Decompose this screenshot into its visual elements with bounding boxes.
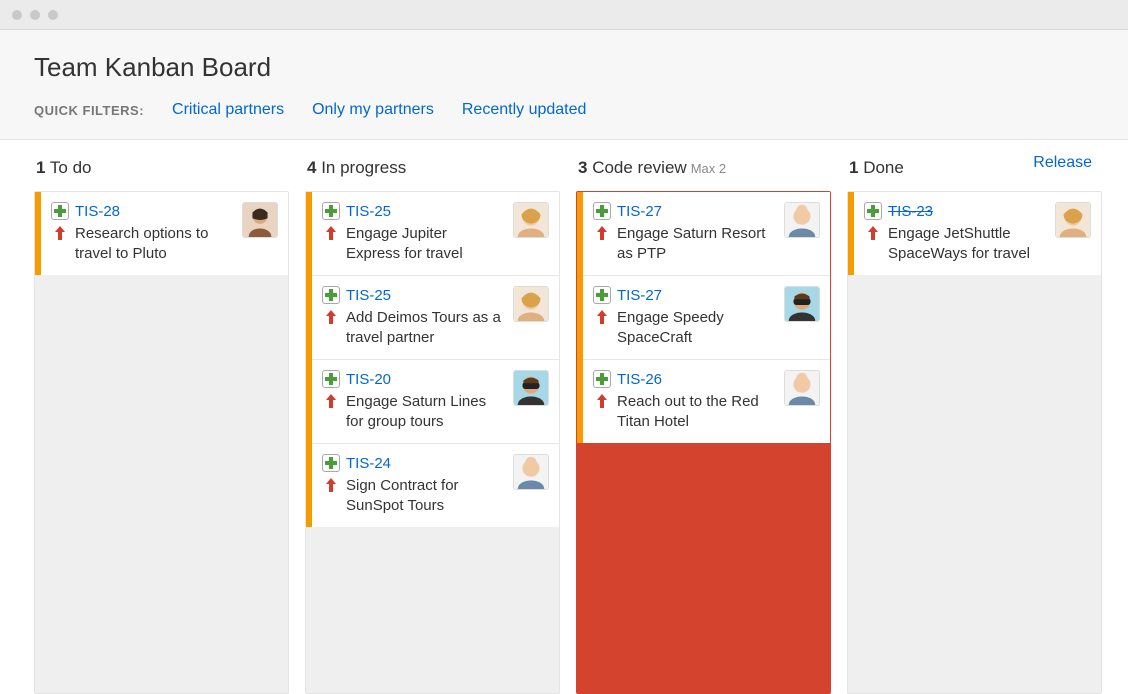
release-link[interactable]: Release	[1033, 154, 1092, 172]
column-body[interactable]: TIS-23 Engage JetShuttle SpaceWays for tr…	[847, 191, 1102, 694]
assignee-avatar[interactable]	[513, 202, 549, 238]
priority-high-icon	[593, 224, 611, 242]
window-chrome	[0, 0, 1128, 30]
column-body[interactable]: TIS-25Engage Jupiter Express for travelT…	[305, 191, 560, 694]
story-icon	[322, 202, 340, 220]
column-empty-space[interactable]	[577, 443, 830, 693]
column-body[interactable]: TIS-28 Research options to travel to Plut…	[34, 191, 289, 694]
card-summary: Engage Speedy SpaceCraft	[617, 308, 776, 347]
priority-high-icon	[322, 476, 340, 494]
kanban-card[interactable]: TIS-27 Engage Saturn Resort as PTP	[583, 192, 830, 276]
kanban-card[interactable]: TIS-25 Add Deimos Tours as a travel partn…	[312, 276, 559, 360]
quick-filters-row: QUICK FILTERS: Critical partners Only my…	[34, 101, 1094, 119]
assignee-avatar[interactable]	[784, 202, 820, 238]
column-name: In progress	[316, 158, 406, 177]
column-cards: TIS-23 Engage JetShuttle SpaceWays for tr…	[848, 192, 1101, 275]
priority-high-icon	[322, 392, 340, 410]
card-summary: Add Deimos Tours as a travel partner	[346, 308, 505, 347]
card-summary: Engage Jupiter Express for travel	[346, 224, 505, 263]
ticket-id[interactable]: TIS-25	[346, 203, 391, 220]
card-summary: Engage Saturn Lines for group tours	[346, 392, 505, 431]
column-empty-space[interactable]	[35, 275, 288, 693]
filter-link[interactable]: Critical partners	[172, 101, 284, 119]
ticket-id[interactable]: TIS-20	[346, 371, 391, 388]
ticket-id[interactable]: TIS-25	[346, 287, 391, 304]
quick-filters-label: QUICK FILTERS:	[34, 103, 144, 118]
assignee-avatar[interactable]	[784, 370, 820, 406]
story-icon	[593, 370, 611, 388]
ticket-id[interactable]: TIS-27	[617, 287, 662, 304]
column-empty-space[interactable]	[848, 275, 1101, 693]
card-summary: Engage Saturn Resort as PTP	[617, 224, 776, 263]
assignee-avatar[interactable]	[242, 202, 278, 238]
priority-high-icon	[51, 224, 69, 242]
kanban-card[interactable]: TIS-20 Engage Saturn Lines for group tour…	[312, 360, 559, 444]
assignee-avatar[interactable]	[513, 454, 549, 490]
column-cards: TIS-25Engage Jupiter Express for travelT…	[306, 192, 559, 527]
column-header: 1 To do	[34, 158, 289, 178]
ticket-id[interactable]: TIS-28	[75, 203, 120, 220]
column-cards: TIS-28 Research options to travel to Plut…	[35, 192, 288, 275]
ticket-id[interactable]: TIS-23	[888, 203, 933, 220]
column-name: To do	[45, 158, 91, 177]
card-summary: Sign Contract for SunSpot Tours	[346, 476, 505, 515]
column-empty-space[interactable]	[306, 527, 559, 693]
board-column: 3 Code reviewMax 2TIS-27Engage Saturn Re…	[576, 158, 831, 694]
card-summary: Research options to travel to Pluto	[75, 224, 234, 263]
kanban-card[interactable]: TIS-27 Engage Speedy SpaceCraft	[583, 276, 830, 360]
kanban-card[interactable]: TIS-24 Sign Contract for SunSpot Tours	[312, 444, 559, 527]
priority-high-icon	[322, 224, 340, 242]
column-name: Done	[858, 158, 903, 177]
assignee-avatar[interactable]	[1055, 202, 1091, 238]
kanban-card[interactable]: TIS-23 Engage JetShuttle SpaceWays for tr…	[854, 192, 1101, 275]
column-name: Code review	[587, 158, 686, 177]
ticket-id[interactable]: TIS-27	[617, 203, 662, 220]
story-icon	[864, 202, 882, 220]
window-dot	[12, 10, 22, 20]
column-header: 4 In progress	[305, 158, 560, 178]
card-summary: Engage JetShuttle SpaceWays for travel	[888, 224, 1047, 263]
assignee-avatar[interactable]	[784, 286, 820, 322]
story-icon	[51, 202, 69, 220]
window-dot	[30, 10, 40, 20]
board-header: Team Kanban Board QUICK FILTERS: Critica…	[0, 30, 1128, 140]
story-icon	[322, 286, 340, 304]
assignee-avatar[interactable]	[513, 286, 549, 322]
column-header: 3 Code reviewMax 2	[576, 158, 831, 178]
column-body[interactable]: TIS-27 Engage Saturn Resort as PTP TIS-27 E…	[576, 191, 831, 694]
priority-high-icon	[322, 308, 340, 326]
ticket-id[interactable]: TIS-26	[617, 371, 662, 388]
story-icon	[322, 370, 340, 388]
filter-link[interactable]: Recently updated	[462, 101, 587, 119]
priority-high-icon	[593, 392, 611, 410]
ticket-id[interactable]: TIS-24	[346, 455, 391, 472]
story-icon	[593, 202, 611, 220]
kanban-card[interactable]: TIS-28 Research options to travel to Plut…	[41, 192, 288, 275]
board-column: 1 DoneTIS-23Engage JetShuttle SpaceWays …	[847, 158, 1102, 694]
board-column: 1 To do TIS-28 Research options to travel …	[34, 158, 289, 694]
story-icon	[322, 454, 340, 472]
card-summary: Reach out to the Red Titan Hotel	[617, 392, 776, 431]
story-icon	[593, 286, 611, 304]
page-title: Team Kanban Board	[34, 52, 1094, 83]
board: Release 1 To do TIS-28 Research options to…	[0, 140, 1128, 694]
kanban-card[interactable]: TIS-25 Engage Jupiter Express for travel	[312, 192, 559, 276]
window-dot	[48, 10, 58, 20]
kanban-card[interactable]: TIS-26 Reach out to the Red Titan Hotel	[583, 360, 830, 443]
filter-link[interactable]: Only my partners	[312, 101, 434, 119]
column-cards: TIS-27 Engage Saturn Resort as PTP TIS-27 E…	[577, 192, 830, 443]
assignee-avatar[interactable]	[513, 370, 549, 406]
priority-high-icon	[864, 224, 882, 242]
board-column: 4 In progress TIS-25 Engage Jupiter Expres…	[305, 158, 560, 694]
priority-high-icon	[593, 308, 611, 326]
column-constraint: Max 2	[691, 161, 726, 176]
